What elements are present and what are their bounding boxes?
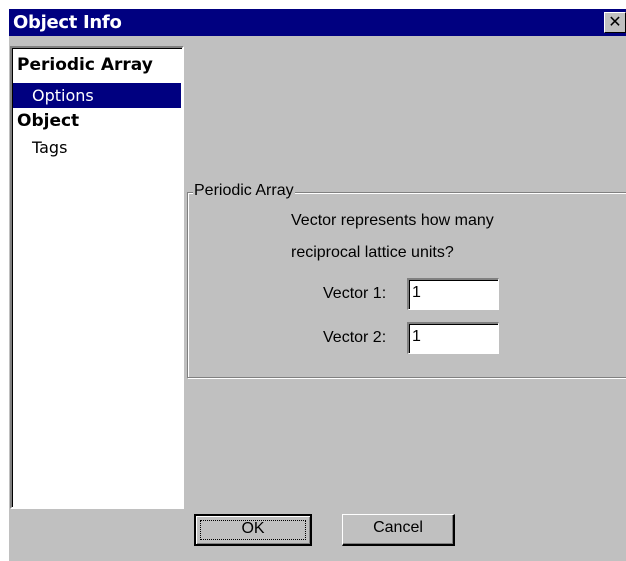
window-title: Object Info xyxy=(13,12,122,33)
ok-button[interactable]: OK xyxy=(194,514,312,546)
description-line-1: Vector represents how many xyxy=(291,212,494,229)
vector-2-field[interactable]: 1 xyxy=(407,322,499,354)
object-info-dialog: Object Info ✕ Periodic Array Options Obj… xyxy=(9,9,626,561)
tree-item-options[interactable]: Options xyxy=(13,83,181,108)
title-bar[interactable]: Object Info ✕ xyxy=(9,9,626,36)
close-icon: ✕ xyxy=(608,12,622,31)
group-label: Periodic Array xyxy=(193,182,295,200)
cancel-button-label: Cancel xyxy=(373,519,423,536)
vector-2-label: Vector 2: xyxy=(323,329,387,346)
ok-button-label: OK xyxy=(241,520,265,537)
category-tree[interactable]: Periodic Array Options Object Tags xyxy=(10,46,184,509)
description-line-2: reciprocal lattice units? xyxy=(291,244,454,261)
tree-item-periodic-array[interactable]: Periodic Array xyxy=(16,55,154,75)
tree-item-object[interactable]: Object xyxy=(16,111,80,131)
close-button[interactable]: ✕ xyxy=(604,12,626,33)
tree-item-tags[interactable]: Tags xyxy=(32,138,67,157)
periodic-array-group: Periodic Array Vector represents how man… xyxy=(187,182,626,378)
cancel-button[interactable]: Cancel xyxy=(342,514,455,546)
vector-1-field[interactable]: 1 xyxy=(407,278,499,310)
vector-1-label: Vector 1: xyxy=(323,285,387,302)
